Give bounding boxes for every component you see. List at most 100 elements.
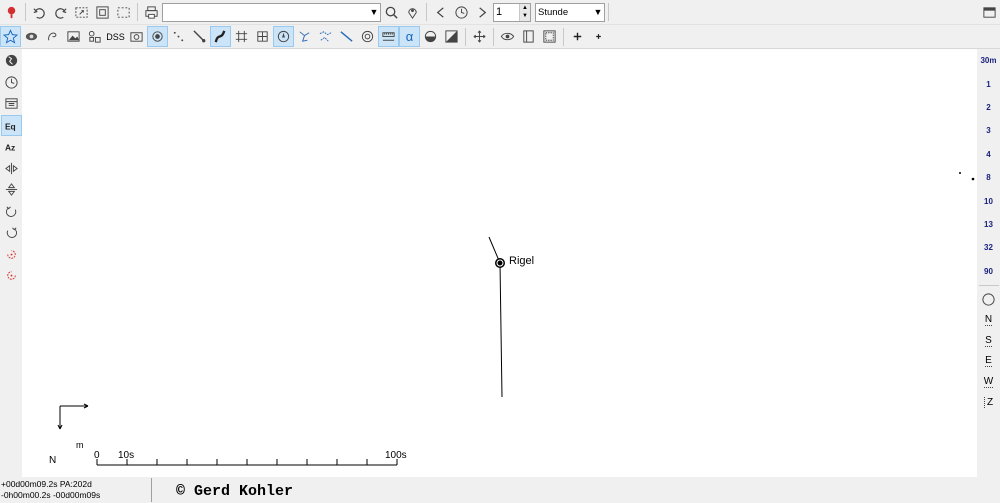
scale-icon[interactable] [378, 26, 399, 47]
constellation-boundary-icon[interactable] [315, 26, 336, 47]
fov-button[interactable]: 30m [977, 49, 1000, 72]
chevron-down-icon[interactable]: ▼ [592, 4, 604, 21]
print-icon[interactable] [141, 2, 162, 23]
scale-bar-ticks [96, 459, 398, 465]
faint-star [971, 177, 975, 181]
fov-button[interactable]: 32 [977, 236, 1000, 259]
planet-icon[interactable] [147, 26, 168, 47]
fov-button[interactable]: 13 [977, 213, 1000, 236]
altaz-mode-icon[interactable]: Az [1, 136, 22, 157]
fov-button[interactable]: 3 [977, 119, 1000, 142]
object-search-combo[interactable]: ▼ [162, 2, 381, 22]
fov-button[interactable]: 10 [977, 189, 1000, 212]
star-icon[interactable] [0, 26, 21, 47]
grid-icon[interactable] [231, 26, 252, 47]
toolbar-separator [465, 27, 466, 46]
galaxy-icon[interactable] [21, 26, 42, 47]
panel-icon[interactable] [518, 26, 539, 47]
zenith-label: Z [983, 396, 993, 408]
west-view-button[interactable]: W [977, 371, 1000, 392]
globe-icon[interactable] [1, 50, 22, 71]
constellation-icon[interactable] [294, 26, 315, 47]
location-pin-icon[interactable] [402, 2, 423, 23]
compass-east-label: m [76, 440, 84, 450]
equatorial-mode-icon[interactable]: Eq [0, 114, 22, 136]
magnitude-plus-icon[interactable] [567, 26, 588, 47]
toolbar-separator [493, 27, 494, 46]
alpha-label: α [405, 29, 414, 44]
camera-icon[interactable] [126, 26, 147, 47]
sky-chart-canvas [57, 172, 975, 466]
catalog-icon[interactable] [84, 26, 105, 47]
svg-text:Az: Az [4, 142, 14, 152]
proper-motion-line [499, 262, 503, 398]
ecliptic-icon[interactable] [336, 26, 357, 47]
zoom-rect-icon[interactable] [71, 2, 92, 23]
cartes-du-ciel-window: ▼ 1 ▲ ▼ Stunde ▼ DSS α Eq Az 30m 1 2 3 4… [0, 0, 1000, 503]
zenith-view-icon[interactable] [978, 289, 999, 310]
chart-window-icon[interactable] [1, 93, 22, 114]
main-toolbar: ▼ 1 ▲ ▼ Stunde ▼ [0, 0, 1000, 25]
fov-button[interactable]: 1 [977, 72, 1000, 95]
rotate-right-icon[interactable] [1, 222, 22, 243]
toolbar-separator [25, 3, 26, 21]
target-icon[interactable] [357, 26, 378, 47]
star-label[interactable]: Rigel [509, 255, 534, 267]
equatorial-grid-icon[interactable] [252, 26, 273, 47]
north-label: N [984, 314, 993, 327]
alpha-button[interactable]: α [399, 26, 420, 47]
horizon-icon[interactable] [420, 26, 441, 47]
flip-vertical-icon[interactable] [1, 179, 22, 200]
rotate-minus-icon[interactable] [1, 265, 22, 286]
status-line-2: -0h00m00.2s -00d00m09s [1, 490, 101, 500]
dss-button[interactable]: DSS [105, 26, 126, 47]
flip-horizontal-icon[interactable] [1, 158, 22, 179]
time-backward-icon[interactable] [430, 2, 451, 23]
eye-icon[interactable] [497, 26, 518, 47]
zoom-full-icon[interactable] [92, 2, 113, 23]
time-forward-icon[interactable] [472, 2, 493, 23]
object-toolbar: DSS α [0, 25, 1000, 49]
calendar-icon[interactable] [539, 26, 560, 47]
time-step-spinner[interactable]: 1 ▲ ▼ [493, 2, 531, 22]
image-icon[interactable] [63, 26, 84, 47]
redo-icon[interactable] [50, 2, 71, 23]
select-area-icon[interactable] [113, 2, 134, 23]
move-icon[interactable] [469, 26, 490, 47]
scale-end-label: 100s [385, 450, 407, 461]
undo-icon[interactable] [29, 2, 50, 23]
spin-down-icon[interactable]: ▼ [520, 12, 530, 21]
rotate-plus-icon[interactable] [1, 244, 22, 265]
alert-icon[interactable] [1, 2, 22, 23]
spin-up-icon[interactable]: ▲ [520, 3, 530, 12]
clock-icon[interactable] [451, 2, 472, 23]
nebula-icon[interactable] [42, 26, 63, 47]
contrast-icon[interactable] [441, 26, 462, 47]
sky-chart[interactable]: Rigel N m 0 10s 100s [22, 49, 977, 477]
search-icon[interactable] [381, 2, 402, 23]
right-toolbar: 30m 1 2 3 4 8 10 13 32 90 N S E W Z [977, 49, 1000, 477]
fov-button[interactable]: 8 [977, 166, 1000, 189]
north-view-button[interactable]: N [977, 310, 1000, 331]
east-label: E [985, 355, 992, 368]
west-label: W [983, 375, 994, 388]
south-view-button[interactable]: S [977, 330, 1000, 351]
fov-button[interactable]: 4 [977, 143, 1000, 166]
clock-icon[interactable] [1, 72, 22, 93]
zenith-button[interactable]: Z [977, 392, 1000, 413]
compass-north-label: N [49, 455, 57, 466]
window-menu-icon[interactable] [979, 2, 1000, 23]
rotate-left-icon[interactable] [1, 201, 22, 222]
chevron-down-icon[interactable]: ▼ [368, 4, 380, 21]
comet-icon[interactable] [189, 26, 210, 47]
fov-button[interactable]: 90 [977, 260, 1000, 283]
magnitude-minus-icon[interactable] [588, 26, 609, 47]
scale-mid-label: 10s [118, 450, 135, 461]
compass-icon[interactable] [273, 26, 294, 47]
toolbar-separator [426, 3, 427, 21]
milkyway-icon[interactable] [210, 26, 231, 47]
asteroid-icon[interactable] [168, 26, 189, 47]
time-unit-select[interactable]: Stunde ▼ [535, 2, 605, 22]
east-view-button[interactable]: E [977, 351, 1000, 372]
fov-button[interactable]: 2 [977, 96, 1000, 119]
